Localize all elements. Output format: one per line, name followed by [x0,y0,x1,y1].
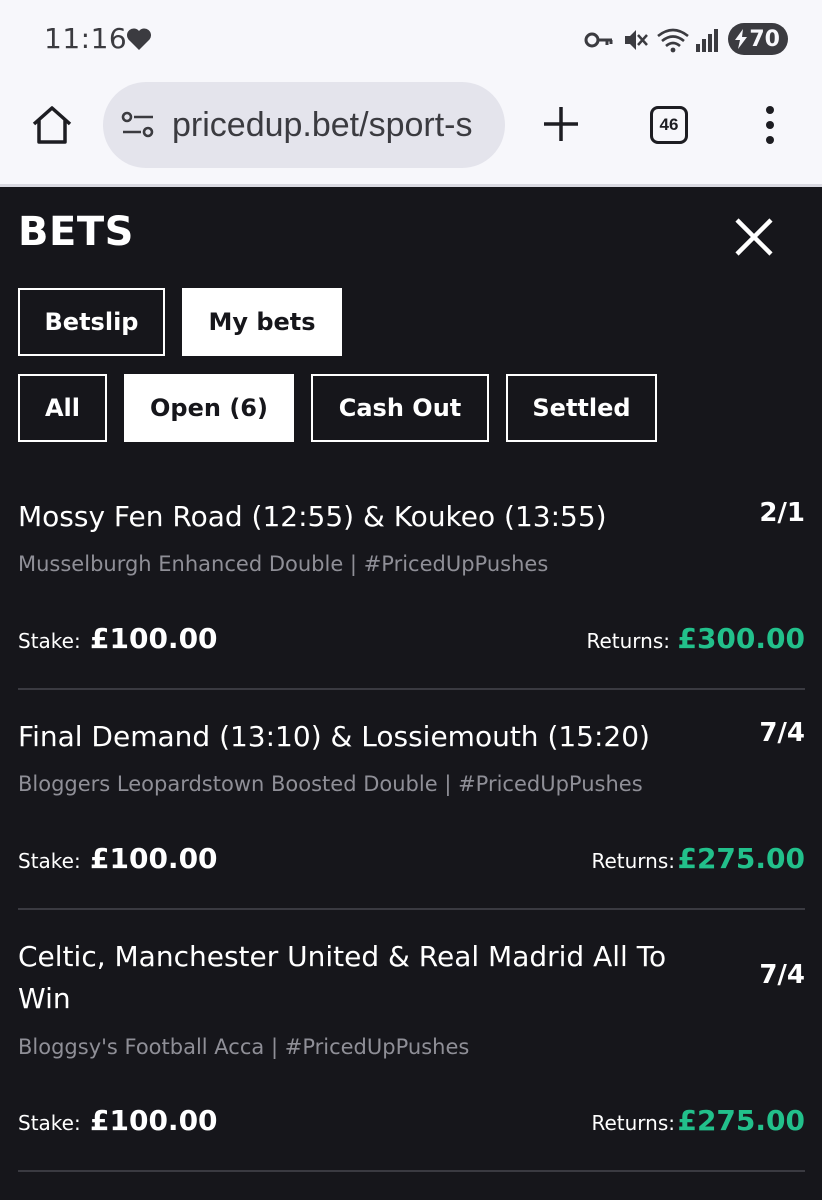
bet-title: Celtic, Manchester United & Real Madrid … [18,940,667,1015]
bet-tag: #PricedUpPushes [284,1035,470,1059]
returns-label: Returns: [586,629,670,653]
filter-all[interactable]: All [18,374,107,442]
stake-row: Stake: £100.00 Returns: £300.00 [18,615,805,655]
bet-odds: 2/1 [759,498,805,528]
bet-card[interactable]: Celtic, Manchester United & Real Madrid … [18,936,805,1172]
stake-row: Stake: £100.00 Returns: £275.00 [18,1097,805,1137]
stake-row: Stake: £100.00 Returns: £275.00 [18,835,805,875]
bet-card[interactable]: Mossy Fen Road (12:55) & Koukeo (13:55) … [18,496,805,690]
battery-level: 70 [749,26,780,52]
more-menu-icon[interactable] [760,105,780,145]
bet-subtitle: Musselburgh Enhanced Double | #PricedUpP… [18,552,548,576]
stake-label: Stake: [18,629,81,653]
stake-amount: £100.00 [90,842,218,875]
status-time: 11:16 [44,22,128,55]
separator: | [349,552,364,576]
site-settings-icon[interactable] [120,110,156,140]
stake-label: Stake: [18,1111,81,1135]
url-text[interactable]: pricedup.bet/sport-s [172,106,490,145]
signal-icon [696,29,718,52]
battery-indicator: 70 [728,23,788,55]
returns-amount: £300.00 [677,622,805,655]
battery-charging-icon [735,29,747,49]
returns-amount: £275.00 [677,842,805,875]
separator: | [270,1035,285,1059]
vibrate-off-icon [625,30,648,50]
bet-subtitle: Bloggers Leopardstown Boosted Double | #… [18,772,643,796]
returns-amount: £275.00 [677,1104,805,1137]
bet-subtitle: Bloggsy's Football Acca | #PricedUpPushe… [18,1035,469,1059]
bet-odds: 7/4 [759,960,805,990]
filter-open[interactable]: Open (6) [124,374,294,442]
wifi-icon [657,28,689,53]
home-icon[interactable] [30,103,74,147]
bet-odds: 7/4 [759,718,805,748]
bet-title: Mossy Fen Road (12:55) & Koukeo (13:55) [18,500,607,533]
address-bar[interactable]: pricedup.bet/sport-s [103,82,505,168]
separator: | [444,772,459,796]
returns-label: Returns: [591,1111,675,1135]
filter-settled[interactable]: Settled [506,374,657,442]
stake-amount: £100.00 [90,1104,218,1137]
stake-amount: £100.00 [90,622,218,655]
panel-title: BETS [18,209,134,255]
tabs-icon[interactable]: 46 [650,106,688,144]
filter-cash-out[interactable]: Cash Out [311,374,489,442]
heart-icon [126,28,152,50]
bets-panel: BETS Betslip My bets All Open (6) Cash O… [0,187,822,1200]
bet-market: Bloggers Leopardstown Boosted Double [18,772,438,796]
bet-market: Musselburgh Enhanced Double [18,552,344,576]
tab-count: 46 [659,115,679,134]
tab-my-bets[interactable]: My bets [182,288,342,356]
bet-tag: #PricedUpPushes [363,552,549,576]
bet-market: Bloggsy's Football Acca [18,1035,265,1059]
browser-toolbar: pricedup.bet/sport-s 46 [0,78,822,186]
bet-tag: #PricedUpPushes [458,772,643,796]
bet-card[interactable]: Final Demand (13:10) & Lossiemouth (15:2… [18,716,805,910]
bet-title: Final Demand (13:10) & Lossiemouth (15:2… [18,720,650,753]
stake-label: Stake: [18,849,81,873]
returns-label: Returns: [591,849,675,873]
new-tab-plus-icon[interactable] [541,104,581,144]
tab-betslip[interactable]: Betslip [18,288,165,356]
close-icon[interactable] [734,217,774,257]
status-bar: 11:16 70 [0,0,822,78]
key-icon [584,32,613,48]
